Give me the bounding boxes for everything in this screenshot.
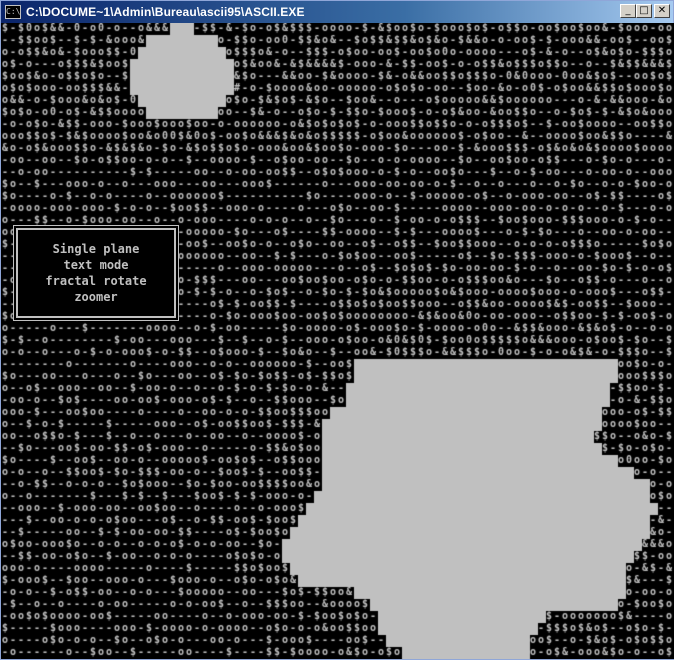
maximize-icon: □ [639,5,649,16]
info-line-2: text mode [63,258,129,272]
minimize-icon: _ [625,5,631,16]
info-line-3: fractal rotate [45,274,147,288]
minimize-button[interactable]: _ [620,4,636,18]
close-icon: ✕ [657,5,667,16]
info-line-4: zoomer [74,290,118,304]
ascii-fractal-render [2,23,674,659]
maximize-button[interactable]: □ [636,4,652,18]
info-box: Single plane text mode fractal rotate zo… [16,228,176,318]
close-button[interactable]: ✕ [654,4,670,18]
title-bar[interactable]: C:\ C:\DOCUME~1\Admin\Bureau\ascii95\ASC… [1,1,673,23]
console-window: C:\ C:\DOCUME~1\Admin\Bureau\ascii95\ASC… [0,0,674,660]
console-output-area[interactable]: Single plane text mode fractal rotate zo… [2,23,674,659]
info-line-1: Single plane [52,242,140,256]
window-controls: _ □ ✕ [620,4,670,18]
console-app-icon[interactable]: C:\ [5,5,21,19]
window-title: C:\DOCUME~1\Admin\Bureau\ascii95\ASCII.E… [26,5,305,19]
